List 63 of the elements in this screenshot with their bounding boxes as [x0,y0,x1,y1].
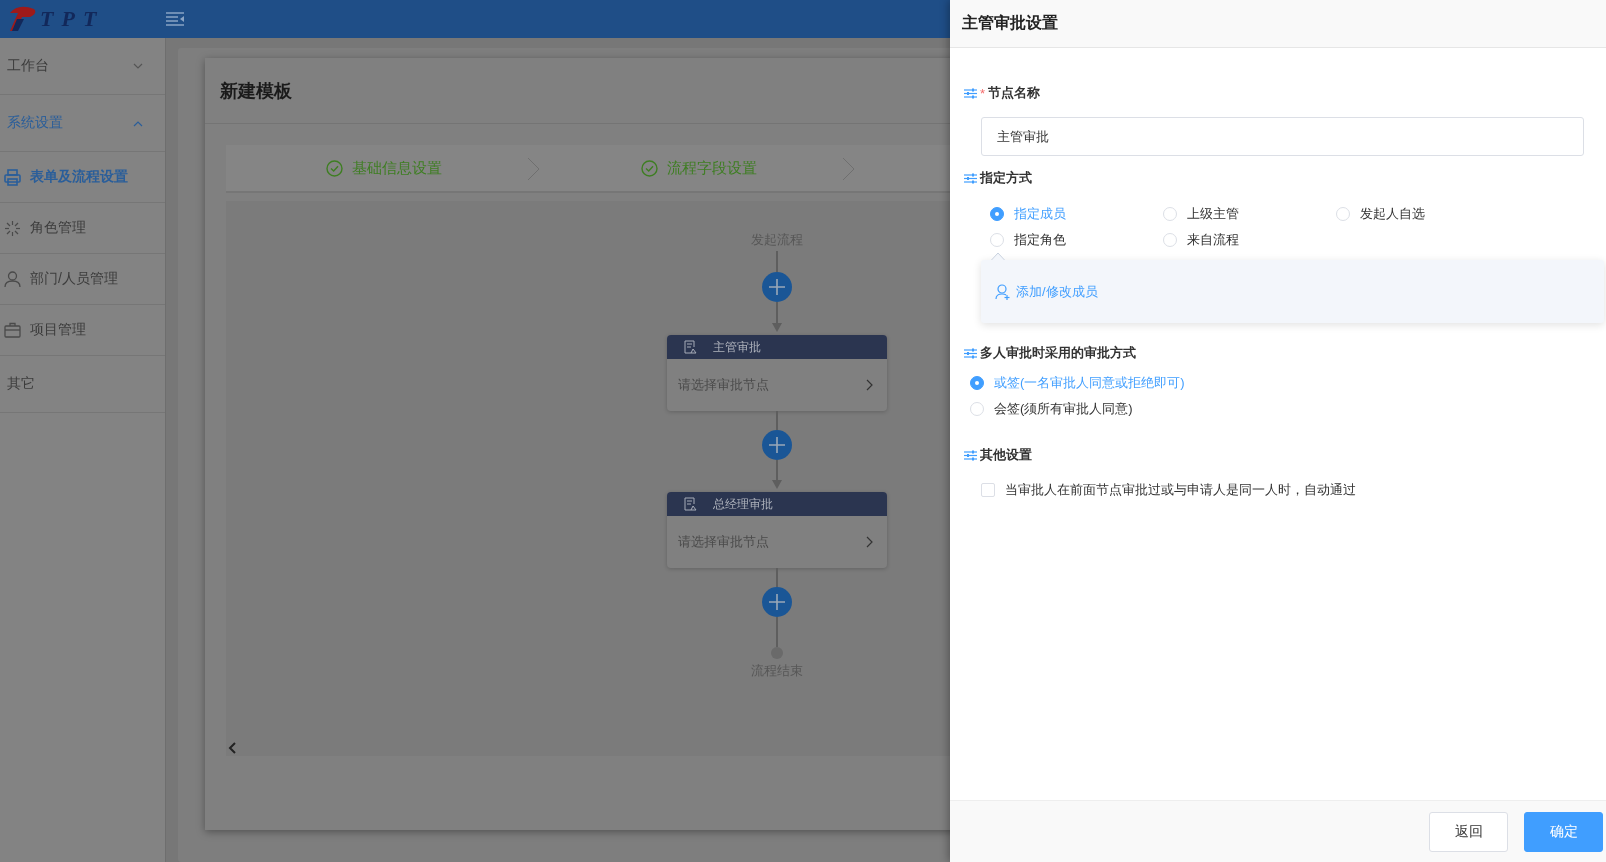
add-person-icon [995,283,1010,300]
sidebar-group[interactable]: 其它 [0,356,165,413]
section-label: 节点名称 [988,84,1041,102]
add-node-button[interactable] [762,430,792,460]
section-label: 指定方式 [980,169,1032,187]
group-label: 其它 [7,375,35,393]
person-icon [4,270,21,288]
document-icon [684,340,697,354]
sidebar-item[interactable]: 角色管理 [0,203,165,254]
sliders-icon [964,347,977,359]
checkbox-option[interactable]: 当审批人在前面节点审批过或与申请人是同一人时，自动通过 [981,481,1606,499]
checkbox[interactable] [981,483,995,497]
sidebar-item[interactable]: 表单及流程设置 [0,152,165,203]
node-title: 主管审批 [713,338,761,356]
printer-icon [4,168,21,186]
add-node-button[interactable] [762,587,792,617]
sidebar-group[interactable]: 系统设置 [0,95,165,152]
chevron-down-icon [133,62,143,70]
radio-option[interactable]: 来自流程 [1163,230,1336,250]
chevron-right-icon [866,379,873,391]
radio-circle[interactable] [970,376,984,390]
sidebar-group[interactable]: 工作台 [0,38,165,95]
item-label: 表单及流程设置 [30,168,128,186]
sparkle-icon [4,219,21,237]
required-mark: * [980,85,986,101]
node-title: 总经理审批 [713,495,773,513]
check-circle-icon [640,159,658,177]
radio-circle[interactable] [990,207,1004,221]
radio-option[interactable]: 会签(须所有审批人同意) [970,399,1606,419]
section-label: 其他设置 [980,446,1032,464]
scroll-left-icon[interactable] [228,742,236,754]
sidebar-item[interactable]: 项目管理 [0,305,165,356]
group-label: 工作台 [7,57,49,75]
menu-icon[interactable] [166,11,184,27]
chevron-right-icon [866,536,873,548]
item-label: 部门/人员管理 [30,270,118,288]
sliders-icon [964,449,977,461]
sliders-icon [964,87,977,99]
item-label: 角色管理 [30,219,86,237]
radio-option[interactable]: 指定角色 [990,230,1163,250]
end-dot [771,647,783,659]
item-label: 项目管理 [30,321,86,339]
group-label: 系统设置 [7,114,63,132]
radio-option[interactable]: 指定成员 [990,204,1163,224]
confirm-button[interactable]: 确定 [1524,811,1603,852]
sidebar-item[interactable]: 部门/人员管理 [0,254,165,305]
check-circle-icon [325,159,343,177]
connector-arrow [772,459,782,489]
radio-option[interactable]: 上级主管 [1163,204,1336,224]
briefcase-icon [4,321,21,339]
document-icon [684,497,697,511]
add-member-link[interactable]: 添加/修改成员 [995,282,1098,301]
radio-option[interactable]: 发起人自选 [1336,204,1509,224]
radio-option[interactable]: 或签(一名审批人同意或拒绝即可) [970,373,1606,393]
chevron-up-icon [133,119,143,127]
text-field[interactable]: 主管审批 [981,117,1584,156]
drawer-title: 主管审批设置 [962,13,1058,33]
section-label: 多人审批时采用的审批方式 [980,344,1136,362]
back-button[interactable]: 返回 [1429,811,1508,852]
logo-mark-icon [8,5,38,33]
connector-arrow [772,301,782,332]
add-node-button[interactable] [762,272,792,302]
sliders-icon [964,172,977,184]
